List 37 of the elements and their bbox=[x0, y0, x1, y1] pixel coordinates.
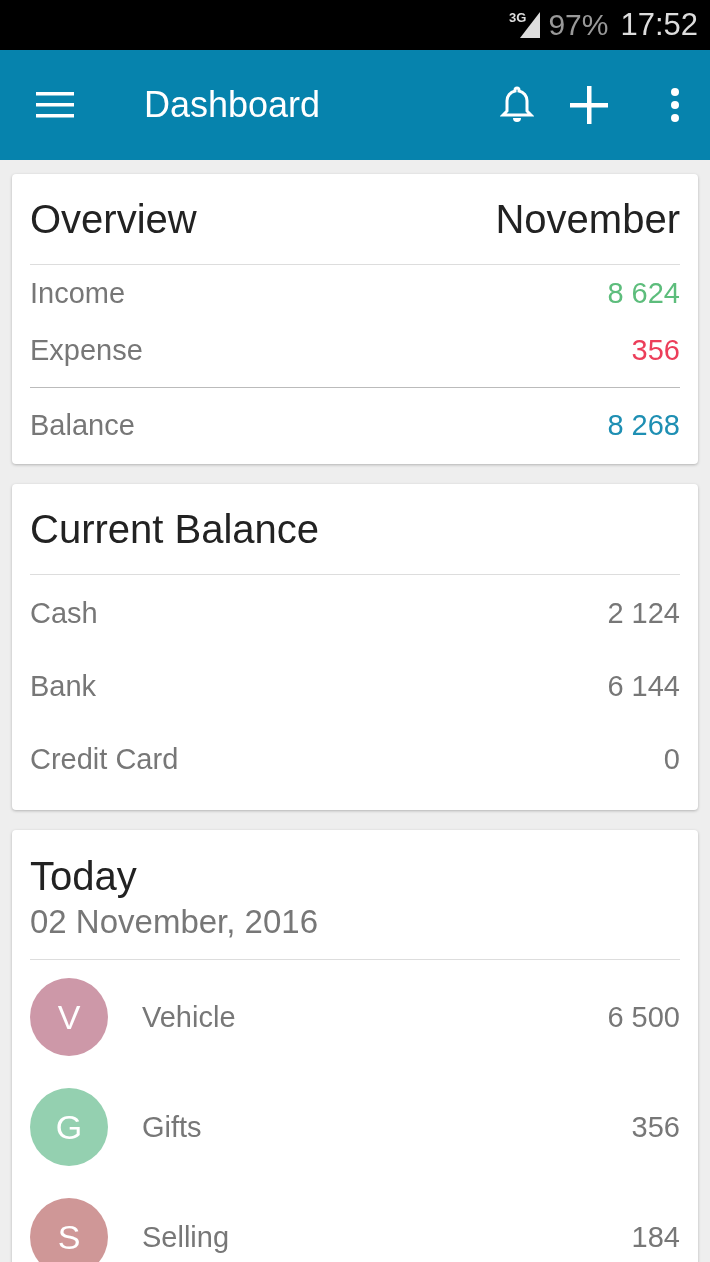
battery-label: 97% bbox=[548, 8, 609, 42]
account-label: Credit Card bbox=[30, 743, 179, 776]
account-label: Bank bbox=[30, 670, 97, 703]
row-label: Balance bbox=[30, 408, 135, 442]
network-label: 3G bbox=[509, 10, 527, 25]
row-label: Income bbox=[30, 277, 126, 310]
category-avatar: V bbox=[30, 978, 108, 1056]
screen-title: Dashboard bbox=[144, 84, 322, 126]
row-label: Expense bbox=[30, 334, 143, 367]
transaction-row[interactable]: S Selling 184 bbox=[30, 1182, 680, 1262]
amount: 8 268 bbox=[607, 408, 680, 442]
transaction-row[interactable]: G Gifts 356 bbox=[30, 1072, 680, 1182]
amount: 184 bbox=[631, 1220, 680, 1254]
month-label: November bbox=[495, 196, 680, 242]
bell-icon[interactable] bbox=[500, 86, 534, 124]
card-title: Today bbox=[30, 854, 138, 899]
amount: 6 500 bbox=[607, 1000, 680, 1034]
date-label: 02 November, 2016 bbox=[30, 903, 320, 941]
amount: 356 bbox=[631, 1110, 680, 1144]
card-title: Current Balance bbox=[30, 506, 320, 552]
category-avatar: S bbox=[30, 1198, 108, 1262]
more-icon[interactable] bbox=[670, 88, 680, 122]
category-avatar: G bbox=[30, 1088, 108, 1166]
amount: 0 bbox=[663, 743, 680, 776]
amount: 2 124 bbox=[607, 597, 680, 630]
account-label: Cash bbox=[30, 597, 98, 630]
amount: 8 624 bbox=[607, 277, 680, 310]
card-title: Overview bbox=[30, 196, 197, 242]
clock: 17:52 bbox=[620, 7, 698, 43]
category-label: Vehicle bbox=[142, 1000, 237, 1034]
transaction-row[interactable]: V Vehicle 6 500 bbox=[30, 962, 680, 1072]
add-icon[interactable] bbox=[570, 86, 608, 124]
amount: 6 144 bbox=[607, 670, 680, 703]
amount: 356 bbox=[631, 334, 680, 367]
menu-icon[interactable] bbox=[36, 92, 74, 118]
category-label: Gifts bbox=[142, 1110, 203, 1144]
category-label: Selling bbox=[142, 1220, 231, 1254]
